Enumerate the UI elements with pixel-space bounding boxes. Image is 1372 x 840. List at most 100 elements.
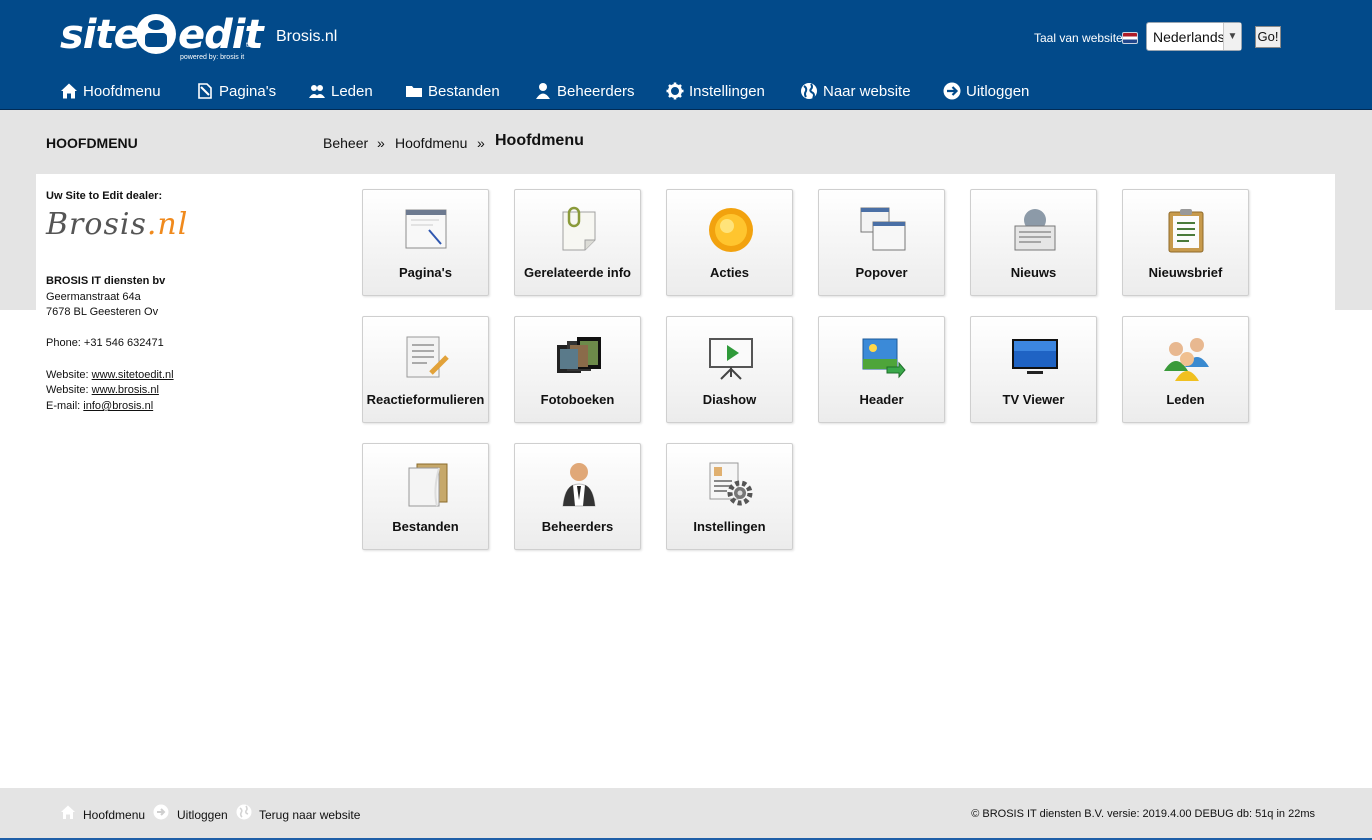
footer-link-label: Terug naar website bbox=[259, 808, 361, 822]
sun-icon bbox=[709, 208, 753, 252]
logout-arrow-icon bbox=[943, 82, 961, 100]
site-to-edit-logo[interactable]: site edit tm powered by: brosis it bbox=[60, 10, 264, 66]
tile-label: Acties bbox=[709, 265, 750, 280]
language-select-value: Nederlands bbox=[1153, 29, 1225, 45]
dealer-website2-link[interactable]: www.brosis.nl bbox=[92, 384, 159, 396]
home-icon bbox=[61, 83, 77, 99]
tile-label: Popover bbox=[855, 265, 908, 280]
top-header-bar: site edit tm powered by: brosis it Brosi… bbox=[0, 0, 1372, 110]
section-title: HOOFDMENU bbox=[46, 135, 138, 151]
tile-acties[interactable]: Acties bbox=[666, 189, 793, 296]
nav-item-label: Instellingen bbox=[689, 83, 765, 100]
tile-label: Nieuwsbrief bbox=[1148, 265, 1223, 280]
breadcrumb-item-beheer[interactable]: Beheer bbox=[323, 135, 368, 151]
tile-label: Instellingen bbox=[693, 519, 766, 534]
language-label: Taal van website bbox=[1034, 31, 1123, 45]
copyright-text: © BROSIS IT diensten B.V. versie: 2019.4… bbox=[971, 808, 1315, 820]
page-icon bbox=[405, 209, 447, 249]
members-icon bbox=[1164, 338, 1209, 381]
dealer-phone: Phone: +31 546 632471 bbox=[46, 337, 164, 349]
tile-label: Header bbox=[859, 392, 904, 407]
monitor-icon bbox=[1012, 339, 1058, 374]
logo-tm: tm bbox=[246, 42, 254, 49]
tile-label: TV Viewer bbox=[1002, 392, 1065, 407]
tile-label: Gerelateerde info bbox=[524, 265, 631, 280]
dutch-flag-icon bbox=[1122, 32, 1138, 44]
dealer-email-link[interactable]: info@brosis.nl bbox=[83, 400, 153, 412]
logout-arrow-icon bbox=[153, 804, 169, 820]
breadcrumb-separator: » bbox=[477, 135, 485, 151]
dealer-website2-row: Website: www.brosis.nl bbox=[46, 383, 159, 399]
brosis-logo-suffix: .nl bbox=[146, 207, 189, 242]
dealer-website1-link[interactable]: www.sitetoedit.nl bbox=[92, 369, 174, 381]
brosis-logo: Brosis.nl bbox=[46, 210, 188, 240]
windows-icon bbox=[860, 207, 906, 251]
newspaper-globe-icon bbox=[1014, 209, 1056, 251]
site-name: Brosis.nl bbox=[276, 28, 338, 45]
nav-item-label: Beheerders bbox=[557, 83, 635, 100]
globe-icon bbox=[236, 804, 252, 820]
clipboard-icon bbox=[1168, 209, 1204, 253]
tile-nieuws[interactable]: Nieuws bbox=[970, 189, 1097, 296]
footer-link-label: Uitloggen bbox=[177, 808, 228, 822]
dealer-street: Geermanstraat 64a bbox=[46, 291, 141, 303]
image-arrow-icon bbox=[862, 338, 906, 379]
tile-label: Bestanden bbox=[392, 519, 459, 534]
tile-label: Fotoboeken bbox=[540, 392, 615, 407]
tile-leden[interactable]: Leden bbox=[1122, 316, 1249, 423]
folder-icon bbox=[406, 86, 422, 97]
footer-bar: Hoofdmenu Uitloggen Terug naar website ©… bbox=[0, 788, 1372, 840]
tile-popover[interactable]: Popover bbox=[818, 189, 945, 296]
gear-icon bbox=[666, 82, 684, 100]
users-icon bbox=[309, 85, 325, 98]
logo-word-site: site bbox=[60, 12, 141, 58]
dealer-website1-row: Website: www.sitetoedit.nl bbox=[46, 368, 174, 384]
home-icon bbox=[61, 805, 75, 819]
user-icon bbox=[536, 83, 550, 99]
logo-powered-by: powered by: brosis it bbox=[180, 54, 245, 61]
nav-item-label: Bestanden bbox=[428, 83, 500, 100]
language-select[interactable]: Nederlands ▼ bbox=[1146, 22, 1242, 51]
logo-person-mark bbox=[136, 14, 176, 54]
page-edit-icon bbox=[198, 83, 212, 99]
tile-tv-viewer[interactable]: TV Viewer bbox=[970, 316, 1097, 423]
tile-label: Beheerders bbox=[541, 519, 614, 534]
logo-word-edit: edit bbox=[178, 12, 264, 58]
breadcrumb-item-hoofdmenu[interactable]: Hoofdmenu bbox=[395, 135, 467, 151]
footer-link-label: Hoofdmenu bbox=[83, 808, 146, 822]
nav-item-label: Leden bbox=[331, 83, 373, 100]
dealer-city: 7678 BL Geesteren Ov bbox=[46, 306, 159, 318]
go-button[interactable]: Go! bbox=[1255, 26, 1281, 48]
tile-diashow[interactable]: Diashow bbox=[666, 316, 793, 423]
dealer-email-row: E-mail: info@brosis.nl bbox=[46, 399, 153, 415]
breadcrumb-separator: » bbox=[377, 135, 385, 151]
tile-beheerders[interactable]: Beheerders bbox=[514, 443, 641, 550]
tile-header[interactable]: Header bbox=[818, 316, 945, 423]
tile-bestanden[interactable]: Bestanden bbox=[362, 443, 489, 550]
tile-instellingen[interactable]: Instellingen bbox=[666, 443, 793, 550]
presentation-icon bbox=[709, 338, 753, 380]
tile-label: Nieuws bbox=[1010, 265, 1057, 280]
tile-paginas[interactable]: Pagina's bbox=[362, 189, 489, 296]
tile-label: Pagina's bbox=[399, 265, 452, 280]
nav-item-label: Hoofdmenu bbox=[83, 83, 161, 100]
dealer-website2-label: Website: bbox=[46, 384, 89, 396]
dealer-website1-label: Website: bbox=[46, 369, 89, 381]
tile-label: Reactieformulieren bbox=[366, 392, 485, 407]
paperclip-note-icon bbox=[562, 206, 596, 251]
nav-item-label: Naar website bbox=[823, 83, 911, 100]
brosis-logo-main: Brosis bbox=[46, 207, 147, 242]
tile-fotoboeken[interactable]: Fotoboeken bbox=[514, 316, 641, 423]
tile-nieuwsbrief[interactable]: Nieuwsbrief bbox=[1122, 189, 1249, 296]
chevron-down-icon[interactable]: ▼ bbox=[1223, 23, 1241, 50]
tile-gerelateerde-info[interactable]: Gerelateerde info bbox=[514, 189, 641, 296]
breadcrumb-current: Hoofdmenu bbox=[495, 132, 584, 149]
nav-item-label: Uitloggen bbox=[966, 83, 1030, 100]
dealer-email-label: E-mail: bbox=[46, 400, 81, 412]
dealer-company: BROSIS IT diensten bv bbox=[46, 275, 166, 287]
tile-label: Leden bbox=[1166, 392, 1205, 407]
files-icon bbox=[408, 463, 448, 507]
tile-reactieformulieren[interactable]: Reactieformulieren bbox=[362, 316, 489, 423]
dealer-title: Uw Site to Edit dealer: bbox=[46, 190, 163, 202]
admin-person-icon bbox=[562, 463, 596, 507]
